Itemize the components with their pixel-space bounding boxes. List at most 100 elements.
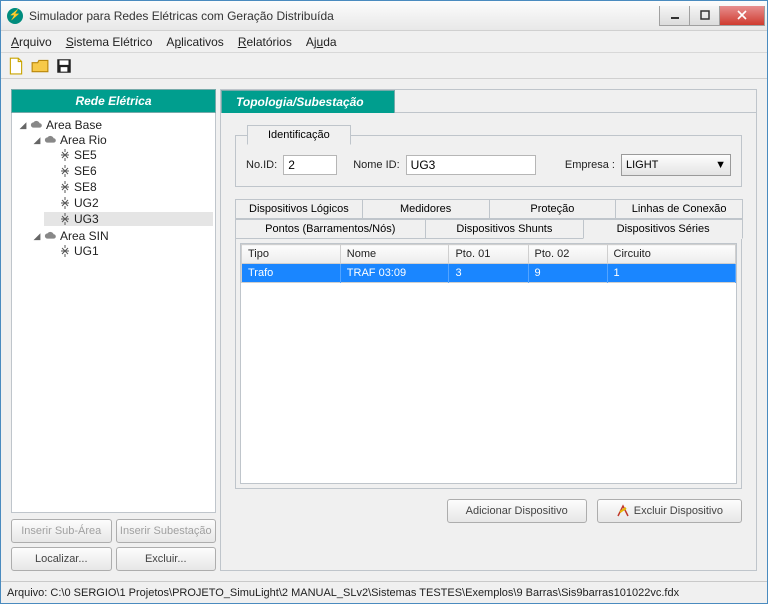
excluir-dispositivo-label: Excluir Dispositivo — [634, 505, 723, 517]
body: Rede Elétrica ◢ Area Base — [1, 79, 767, 581]
chevron-down-icon: ▼ — [715, 159, 726, 171]
delete-icon — [616, 504, 630, 518]
tree-label: SE6 — [74, 164, 97, 178]
empresa-label: Empresa : — [565, 159, 615, 171]
tree-container: ◢ Area Base ◢ Area Rio — [11, 113, 216, 513]
table-row[interactable]: Trafo TRAF 03:09 3 9 1 — [242, 264, 736, 283]
tree-label: UG1 — [74, 244, 99, 258]
empresa-combo[interactable]: LIGHT ▼ — [621, 154, 731, 176]
substation-icon — [58, 148, 72, 162]
right-panel: Topologia/Subestação Identificação No.ID… — [220, 89, 757, 571]
tree-node-se8[interactable]: SE8 — [44, 180, 213, 194]
cell-pto01: 3 — [449, 264, 528, 283]
subtabs-row-2: Pontos (Barramentos/Nós) Dispositivos Sh… — [235, 219, 742, 239]
toolbar — [1, 53, 767, 79]
tree-node-se6[interactable]: SE6 — [44, 164, 213, 178]
right-bottom-buttons: Adicionar Dispositivo Excluir Dispositiv… — [235, 499, 742, 523]
tab-medidores[interactable]: Medidores — [362, 199, 490, 219]
substation-icon — [58, 164, 72, 178]
section-tab-row: Topologia/Subestação — [221, 90, 756, 113]
tree-label: Area SIN — [60, 229, 109, 243]
collapse-icon[interactable]: ◢ — [32, 231, 42, 241]
tree-node-area-sin[interactable]: ◢ Area SIN — [30, 229, 213, 243]
app-window: ⚡ Simulador para Redes Elétricas com Ger… — [0, 0, 768, 604]
tree-node-se5[interactable]: SE5 — [44, 148, 213, 162]
inserir-subestacao-button[interactable]: Inserir Subestação — [116, 519, 217, 543]
devices-table: Tipo Nome Pto. 01 Pto. 02 Circuito — [241, 244, 736, 283]
tree-node-area-base[interactable]: ◢ Area Base — [16, 118, 213, 132]
tab-protecao[interactable]: Proteção — [489, 199, 617, 219]
menu-sistema-eletrico[interactable]: Sistema Elétrico — [60, 33, 159, 51]
tab-linhas-conexao[interactable]: Linhas de Conexão — [615, 199, 743, 219]
collapse-icon[interactable]: ◢ — [32, 135, 42, 145]
excluir-dispositivo-button[interactable]: Excluir Dispositivo — [597, 499, 742, 523]
localizar-button[interactable]: Localizar... — [11, 547, 112, 571]
menu-ajuda[interactable]: Ajuda — [300, 33, 343, 51]
statusbar: Arquivo: C:\0 SERGIO\1 Projetos\PROJETO_… — [1, 581, 767, 603]
new-file-icon[interactable] — [7, 57, 25, 75]
tree-label: SE8 — [74, 180, 97, 194]
substation-icon — [58, 212, 72, 226]
tab-pontos-barramentos[interactable]: Pontos (Barramentos/Nós) — [235, 219, 426, 239]
minimize-button[interactable] — [659, 6, 689, 26]
left-buttons: Inserir Sub-Área Inserir Subestação Loca… — [11, 519, 216, 571]
open-file-icon[interactable] — [31, 57, 49, 75]
menu-aplicativos[interactable]: Aplicativos — [160, 33, 229, 51]
menu-arquivo[interactable]: Arquivo — [5, 33, 58, 51]
nomeid-label: Nome ID: — [353, 159, 399, 171]
app-icon: ⚡ — [7, 8, 23, 24]
titlebar: ⚡ Simulador para Redes Elétricas com Ger… — [1, 1, 767, 31]
tree-label: Area Rio — [60, 133, 107, 147]
noid-label: No.ID: — [246, 159, 277, 171]
network-tree[interactable]: ◢ Area Base ◢ Area Rio — [14, 117, 213, 261]
window-buttons — [659, 6, 765, 26]
status-text: Arquivo: C:\0 SERGIO\1 Projetos\PROJETO_… — [7, 587, 679, 599]
tree-label: SE5 — [74, 148, 97, 162]
cell-tipo: Trafo — [242, 264, 341, 283]
identification-tab[interactable]: Identificação — [247, 125, 351, 145]
tree-label: UG2 — [74, 196, 99, 210]
menu-relatorios[interactable]: Relatórios — [232, 33, 298, 51]
tree-node-ug1[interactable]: UG1 — [44, 244, 213, 258]
collapse-icon[interactable]: ◢ — [18, 120, 28, 130]
cloud-icon — [44, 229, 58, 243]
identification-group: Identificação No.ID: Nome ID: Empresa : … — [235, 125, 742, 187]
section-tab-topologia[interactable]: Topologia/Subestação — [221, 90, 395, 113]
tree-node-ug3[interactable]: UG3 — [44, 212, 213, 226]
cell-pto02: 9 — [528, 264, 607, 283]
save-file-icon[interactable] — [55, 57, 73, 75]
subtabs-row-1: Dispositivos Lógicos Medidores Proteção … — [235, 199, 742, 219]
tree-node-ug2[interactable]: UG2 — [44, 196, 213, 210]
excluir-button[interactable]: Excluir... — [116, 547, 217, 571]
subtabs: Dispositivos Lógicos Medidores Proteção … — [235, 199, 742, 489]
menubar: Arquivo Sistema Elétrico Aplicativos Rel… — [1, 31, 767, 53]
nomeid-input[interactable] — [406, 155, 536, 175]
col-tipo[interactable]: Tipo — [242, 245, 341, 264]
cell-circuito: 1 — [607, 264, 735, 283]
substation-icon — [58, 244, 72, 258]
col-pto02[interactable]: Pto. 02 — [528, 245, 607, 264]
tab-dispositivos-series[interactable]: Dispositivos Séries — [583, 219, 743, 239]
right-content: Identificação No.ID: Nome ID: Empresa : … — [221, 113, 756, 570]
inserir-subarea-button[interactable]: Inserir Sub-Área — [11, 519, 112, 543]
close-button[interactable] — [719, 6, 765, 26]
cloud-icon — [30, 118, 44, 132]
tab-dispositivos-shunts[interactable]: Dispositivos Shunts — [425, 219, 585, 239]
tab-dispositivos-logicos[interactable]: Dispositivos Lógicos — [235, 199, 363, 219]
substation-icon — [58, 196, 72, 210]
noid-input[interactable] — [283, 155, 337, 175]
tree-node-area-rio[interactable]: ◢ Area Rio — [30, 133, 213, 147]
tab-body: Tipo Nome Pto. 01 Pto. 02 Circuito — [235, 239, 742, 489]
empresa-value: LIGHT — [626, 159, 658, 171]
col-nome[interactable]: Nome — [340, 245, 449, 264]
col-pto01[interactable]: Pto. 01 — [449, 245, 528, 264]
cell-nome: TRAF 03:09 — [340, 264, 449, 283]
maximize-button[interactable] — [689, 6, 719, 26]
adicionar-dispositivo-button[interactable]: Adicionar Dispositivo — [447, 499, 587, 523]
tree-label: Area Base — [46, 118, 102, 132]
table-header-row: Tipo Nome Pto. 01 Pto. 02 Circuito — [242, 245, 736, 264]
col-circuito[interactable]: Circuito — [607, 245, 735, 264]
tree-label: UG3 — [74, 212, 99, 226]
substation-icon — [58, 180, 72, 194]
table-wrap[interactable]: Tipo Nome Pto. 01 Pto. 02 Circuito — [240, 243, 737, 484]
